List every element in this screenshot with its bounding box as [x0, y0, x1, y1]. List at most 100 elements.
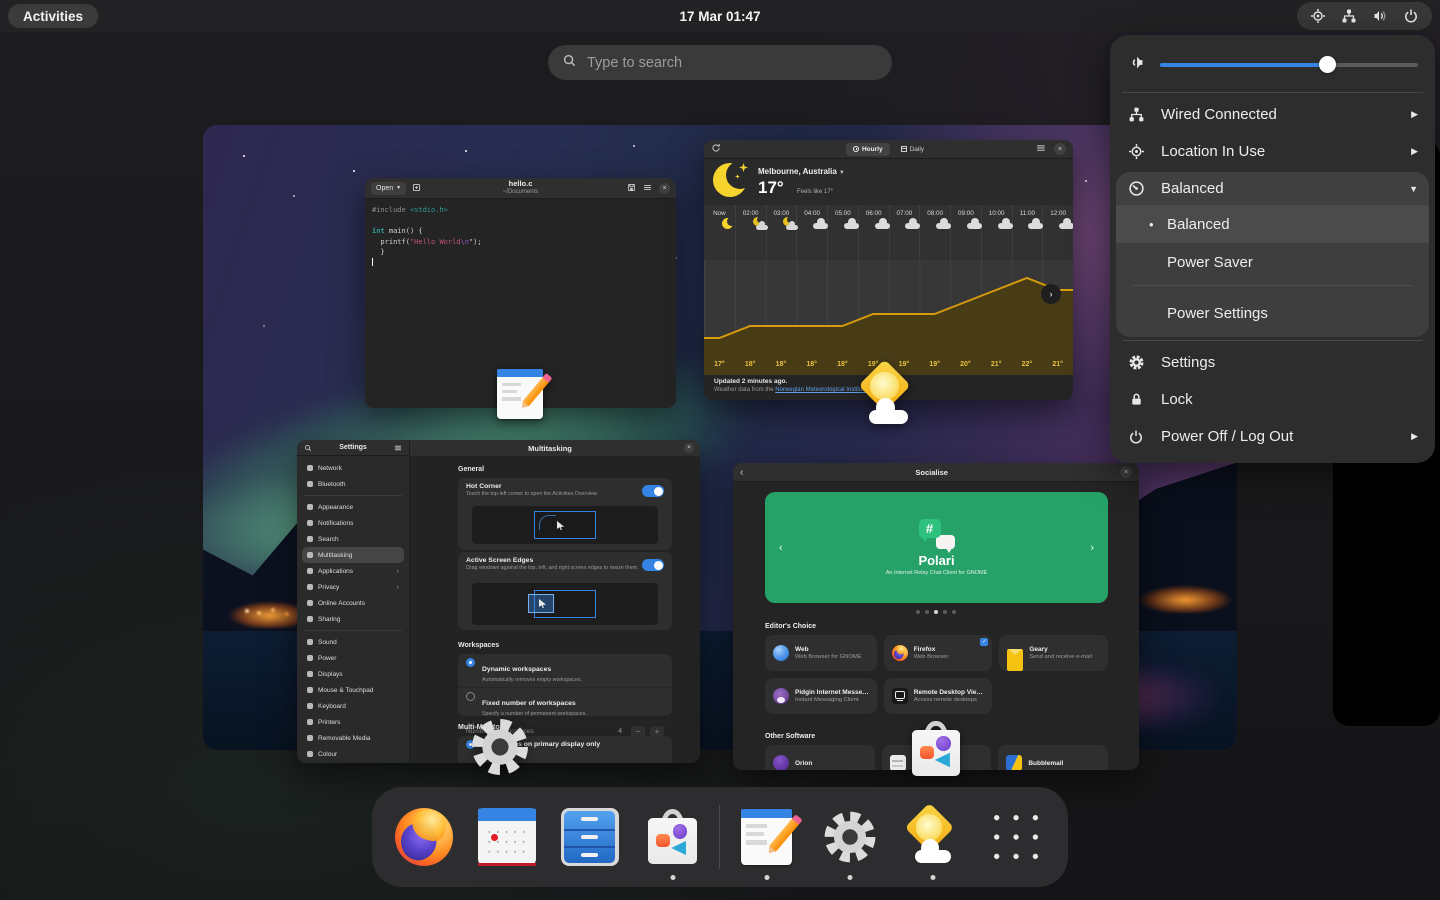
- menu-icon[interactable]: [643, 179, 652, 197]
- search-placeholder: Type to search: [587, 55, 682, 71]
- sidebar-separator: [304, 495, 402, 496]
- power-profile-option-balanced[interactable]: • Balanced: [1116, 205, 1429, 243]
- weather-location-selector[interactable]: Melbourne, Australia▼: [758, 167, 845, 176]
- carousel-prev-icon[interactable]: ‹: [779, 542, 783, 554]
- sidebar-separator: [304, 630, 402, 631]
- temp-label: 21°: [1042, 361, 1073, 368]
- radio-on-icon: [466, 658, 475, 667]
- dock-item-software[interactable]: [631, 787, 714, 887]
- app-tile-web[interactable]: WebWeb Browser for GNOME: [765, 635, 877, 671]
- hour-column-08-00: 08:00: [919, 205, 950, 260]
- lock-item[interactable]: Lock: [1110, 381, 1435, 418]
- carousel-dot[interactable]: [943, 610, 947, 614]
- app-tile-remote-desktop-vie-[interactable]: Remote Desktop Vie…Access remote desktop…: [884, 678, 993, 714]
- app-tile-orion[interactable]: Orion: [765, 745, 875, 770]
- sidebar-item-notifications[interactable]: Notifications: [302, 515, 404, 531]
- close-icon[interactable]: ×: [1054, 143, 1066, 155]
- app-tile-bubblemail[interactable]: Bubblemail: [998, 745, 1108, 770]
- power-off-item[interactable]: Power Off / Log Out ▶: [1110, 418, 1435, 455]
- chevron-right-icon: ▶: [1411, 146, 1418, 157]
- open-button[interactable]: Open▼: [371, 182, 406, 195]
- clock[interactable]: 17 Mar 01:47: [0, 0, 1440, 32]
- sidebar-item-colour[interactable]: Colour: [302, 746, 404, 762]
- menu-icon[interactable]: [394, 440, 402, 457]
- new-tab-icon[interactable]: [412, 179, 421, 197]
- power-settings-item[interactable]: Power Settings: [1116, 290, 1429, 337]
- dock-item-firefox[interactable]: [382, 787, 465, 887]
- sidebar-item-privacy[interactable]: Privacy›: [302, 579, 404, 595]
- hot-corner-toggle[interactable]: [642, 485, 664, 497]
- app-tile-firefox[interactable]: FirefoxWeb Browser ✓: [884, 635, 993, 671]
- workspace-preview[interactable]: Open▼ hello.c ~/Documents ×: [203, 125, 1237, 750]
- chart-next-button[interactable]: ›: [1041, 284, 1061, 304]
- sidebar-item-appearance[interactable]: Appearance: [302, 499, 404, 515]
- location-icon: [1310, 8, 1326, 24]
- hour-column-11-00: 11:00: [1012, 205, 1043, 260]
- sound-icon: [307, 639, 313, 645]
- wired-network-item[interactable]: Wired Connected ▶: [1110, 96, 1435, 133]
- carousel-dot[interactable]: [916, 610, 920, 614]
- close-icon[interactable]: ×: [1120, 466, 1132, 478]
- volume-slider-knob[interactable]: [1319, 56, 1336, 73]
- dock-item-settings[interactable]: [808, 787, 891, 887]
- power-profile-option-power-saver[interactable]: Power Saver: [1116, 243, 1429, 281]
- attribution-link[interactable]: Norwegian Meteorological Institute: [775, 387, 867, 393]
- online-accounts-icon: [307, 600, 313, 606]
- carousel-dots[interactable]: [733, 610, 1139, 614]
- dynamic-workspaces-option[interactable]: Dynamic workspaces Automatically removes…: [458, 654, 672, 688]
- sidebar-item-online-accounts[interactable]: Online Accounts: [302, 595, 404, 611]
- hot-corner-card: Hot Corner Touch the top-left corner to …: [458, 478, 672, 550]
- volume-low-icon: [1127, 53, 1146, 77]
- sidebar-item-bluetooth[interactable]: Bluetooth: [302, 476, 404, 492]
- refresh-icon[interactable]: [711, 140, 721, 158]
- sidebar-item-power[interactable]: Power: [302, 650, 404, 666]
- carousel-dot[interactable]: [952, 610, 956, 614]
- sidebar-item-printers[interactable]: Printers: [302, 714, 404, 730]
- sidebar-item-sound[interactable]: Sound: [302, 634, 404, 650]
- carousel-dot[interactable]: [925, 610, 929, 614]
- carousel-next-icon[interactable]: ›: [1090, 542, 1094, 554]
- location-item[interactable]: Location In Use ▶: [1110, 133, 1435, 170]
- hour-column-12-00: 12:00: [1042, 205, 1073, 260]
- sidebar-item-applications[interactable]: Applications›: [302, 563, 404, 579]
- tab-daily[interactable]: Daily: [894, 143, 931, 156]
- menu-icon[interactable]: [1036, 140, 1046, 158]
- sidebar-item-search[interactable]: Search: [302, 531, 404, 547]
- other-software-heading: Other Software: [765, 733, 815, 740]
- search-icon[interactable]: [304, 440, 312, 457]
- close-icon[interactable]: ×: [684, 443, 694, 453]
- sidebar-item-keyboard[interactable]: Keyboard: [302, 698, 404, 714]
- dock-divider: [719, 805, 720, 869]
- close-icon[interactable]: ×: [659, 183, 670, 194]
- volume-row: [1110, 40, 1435, 89]
- dock-item-weather[interactable]: [891, 787, 974, 887]
- dock-item-text-editor[interactable]: [725, 787, 808, 887]
- screen-edges-toggle[interactable]: [642, 559, 664, 571]
- top-bar: Activities 17 Mar 01:47: [0, 0, 1440, 32]
- dock-item-files[interactable]: [548, 787, 631, 887]
- search-input[interactable]: Type to search: [548, 45, 892, 80]
- sidebar-item-mouse-touchpad[interactable]: Mouse & Touchpad: [302, 682, 404, 698]
- chevron-down-icon: ▼: [396, 185, 401, 191]
- editor-title: hello.c ~/Documents: [455, 178, 586, 198]
- sidebar-item-sharing[interactable]: Sharing: [302, 611, 404, 627]
- sidebar-item-displays[interactable]: Displays: [302, 666, 404, 682]
- temp-label: 21°: [981, 361, 1012, 368]
- sidebar-item-network[interactable]: Network: [302, 460, 404, 476]
- window-weather[interactable]: Hourly Daily × Melbourne, Australia▼: [704, 140, 1073, 400]
- sidebar-item-removable-media[interactable]: Removable Media: [302, 730, 404, 746]
- system-tray[interactable]: [1297, 2, 1432, 30]
- settings-item[interactable]: Settings: [1110, 344, 1435, 381]
- featured-banner-polari[interactable]: ‹ › # Polari An Internet Relay Chat Clie…: [765, 492, 1108, 603]
- displays-icon: [307, 671, 313, 677]
- power-profile-toggle[interactable]: Balanced ▼: [1116, 172, 1429, 205]
- app-tile-pidgin-internet-messe-[interactable]: Pidgin Internet Messe…Instant Messaging …: [765, 678, 877, 714]
- app-tile-geary[interactable]: GearySend and receive e-mail: [999, 635, 1108, 671]
- tab-hourly[interactable]: Hourly: [846, 143, 890, 156]
- dock-item-show-apps[interactable]: [974, 787, 1057, 887]
- dock-item-calendar[interactable]: [465, 787, 548, 887]
- sidebar-item-multitasking[interactable]: Multitasking: [302, 547, 404, 563]
- save-icon[interactable]: [627, 179, 636, 197]
- carousel-dot[interactable]: [934, 610, 938, 614]
- volume-slider[interactable]: [1160, 56, 1418, 73]
